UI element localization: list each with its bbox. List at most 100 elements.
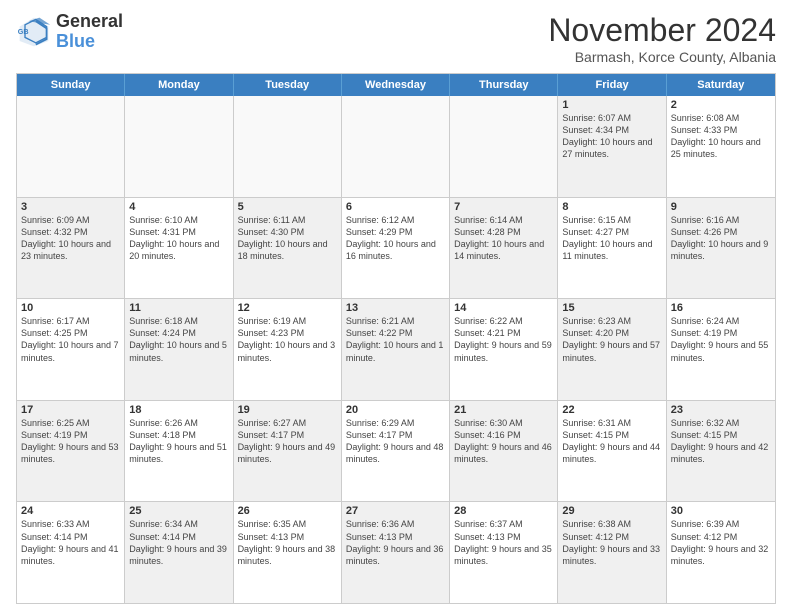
day-cell-13: 13Sunrise: 6:21 AM Sunset: 4:22 PM Dayli… [342,299,450,400]
day-info: Sunrise: 6:21 AM Sunset: 4:22 PM Dayligh… [346,315,445,364]
day-cell-23: 23Sunrise: 6:32 AM Sunset: 4:15 PM Dayli… [667,401,775,502]
day-cell-9: 9Sunrise: 6:16 AM Sunset: 4:26 PM Daylig… [667,198,775,299]
day-number: 29 [562,505,661,517]
day-cell-19: 19Sunrise: 6:27 AM Sunset: 4:17 PM Dayli… [234,401,342,502]
day-info: Sunrise: 6:26 AM Sunset: 4:18 PM Dayligh… [129,417,228,466]
day-number: 7 [454,201,553,213]
day-info: Sunrise: 6:37 AM Sunset: 4:13 PM Dayligh… [454,518,553,567]
day-number: 11 [129,302,228,314]
empty-cell [125,96,233,197]
day-info: Sunrise: 6:25 AM Sunset: 4:19 PM Dayligh… [21,417,120,466]
day-cell-2: 2Sunrise: 6:08 AM Sunset: 4:33 PM Daylig… [667,96,775,197]
day-number: 3 [21,201,120,213]
day-number: 6 [346,201,445,213]
day-header-friday: Friday [558,74,666,96]
day-cell-20: 20Sunrise: 6:29 AM Sunset: 4:17 PM Dayli… [342,401,450,502]
day-number: 20 [346,404,445,416]
day-number: 22 [562,404,661,416]
day-number: 15 [562,302,661,314]
day-cell-3: 3Sunrise: 6:09 AM Sunset: 4:32 PM Daylig… [17,198,125,299]
day-info: Sunrise: 6:18 AM Sunset: 4:24 PM Dayligh… [129,315,228,364]
day-info: Sunrise: 6:14 AM Sunset: 4:28 PM Dayligh… [454,214,553,263]
day-number: 12 [238,302,337,314]
logo: GB General Blue [16,12,123,52]
day-cell-16: 16Sunrise: 6:24 AM Sunset: 4:19 PM Dayli… [667,299,775,400]
calendar: SundayMondayTuesdayWednesdayThursdayFrid… [16,73,776,604]
day-info: Sunrise: 6:24 AM Sunset: 4:19 PM Dayligh… [671,315,771,364]
day-info: Sunrise: 6:31 AM Sunset: 4:15 PM Dayligh… [562,417,661,466]
empty-cell [450,96,558,197]
header: GB General Blue November 2024 Barmash, K… [16,12,776,65]
day-cell-8: 8Sunrise: 6:15 AM Sunset: 4:27 PM Daylig… [558,198,666,299]
day-cell-24: 24Sunrise: 6:33 AM Sunset: 4:14 PM Dayli… [17,502,125,603]
day-info: Sunrise: 6:12 AM Sunset: 4:29 PM Dayligh… [346,214,445,263]
day-cell-7: 7Sunrise: 6:14 AM Sunset: 4:28 PM Daylig… [450,198,558,299]
day-header-saturday: Saturday [667,74,775,96]
day-number: 28 [454,505,553,517]
day-number: 23 [671,404,771,416]
day-info: Sunrise: 6:33 AM Sunset: 4:14 PM Dayligh… [21,518,120,567]
logo-text: General Blue [56,12,123,52]
day-number: 26 [238,505,337,517]
day-info: Sunrise: 6:09 AM Sunset: 4:32 PM Dayligh… [21,214,120,263]
day-number: 5 [238,201,337,213]
day-info: Sunrise: 6:22 AM Sunset: 4:21 PM Dayligh… [454,315,553,364]
week-row-3: 17Sunrise: 6:25 AM Sunset: 4:19 PM Dayli… [17,401,775,503]
page: GB General Blue November 2024 Barmash, K… [0,0,792,612]
calendar-header: SundayMondayTuesdayWednesdayThursdayFrid… [17,74,775,96]
day-info: Sunrise: 6:32 AM Sunset: 4:15 PM Dayligh… [671,417,771,466]
week-row-4: 24Sunrise: 6:33 AM Sunset: 4:14 PM Dayli… [17,502,775,603]
day-cell-28: 28Sunrise: 6:37 AM Sunset: 4:13 PM Dayli… [450,502,558,603]
day-number: 10 [21,302,120,314]
day-cell-1: 1Sunrise: 6:07 AM Sunset: 4:34 PM Daylig… [558,96,666,197]
day-cell-12: 12Sunrise: 6:19 AM Sunset: 4:23 PM Dayli… [234,299,342,400]
day-cell-18: 18Sunrise: 6:26 AM Sunset: 4:18 PM Dayli… [125,401,233,502]
day-cell-17: 17Sunrise: 6:25 AM Sunset: 4:19 PM Dayli… [17,401,125,502]
day-number: 21 [454,404,553,416]
week-row-2: 10Sunrise: 6:17 AM Sunset: 4:25 PM Dayli… [17,299,775,401]
day-info: Sunrise: 6:34 AM Sunset: 4:14 PM Dayligh… [129,518,228,567]
title-block: November 2024 Barmash, Korce County, Alb… [548,12,776,65]
day-number: 24 [21,505,120,517]
logo-icon: GB [16,14,52,50]
day-header-wednesday: Wednesday [342,74,450,96]
day-number: 2 [671,99,771,111]
day-number: 30 [671,505,771,517]
week-row-1: 3Sunrise: 6:09 AM Sunset: 4:32 PM Daylig… [17,198,775,300]
day-info: Sunrise: 6:38 AM Sunset: 4:12 PM Dayligh… [562,518,661,567]
logo-blue: Blue [56,31,95,51]
day-cell-10: 10Sunrise: 6:17 AM Sunset: 4:25 PM Dayli… [17,299,125,400]
day-number: 13 [346,302,445,314]
day-number: 16 [671,302,771,314]
day-info: Sunrise: 6:16 AM Sunset: 4:26 PM Dayligh… [671,214,771,263]
day-number: 1 [562,99,661,111]
day-cell-29: 29Sunrise: 6:38 AM Sunset: 4:12 PM Dayli… [558,502,666,603]
day-info: Sunrise: 6:11 AM Sunset: 4:30 PM Dayligh… [238,214,337,263]
day-number: 19 [238,404,337,416]
day-cell-6: 6Sunrise: 6:12 AM Sunset: 4:29 PM Daylig… [342,198,450,299]
day-number: 17 [21,404,120,416]
day-number: 14 [454,302,553,314]
week-row-0: 1Sunrise: 6:07 AM Sunset: 4:34 PM Daylig… [17,96,775,198]
day-info: Sunrise: 6:29 AM Sunset: 4:17 PM Dayligh… [346,417,445,466]
day-cell-4: 4Sunrise: 6:10 AM Sunset: 4:31 PM Daylig… [125,198,233,299]
calendar-body: 1Sunrise: 6:07 AM Sunset: 4:34 PM Daylig… [17,96,775,603]
day-info: Sunrise: 6:07 AM Sunset: 4:34 PM Dayligh… [562,112,661,161]
day-header-monday: Monday [125,74,233,96]
month-title: November 2024 [548,12,776,49]
day-number: 27 [346,505,445,517]
empty-cell [234,96,342,197]
day-header-sunday: Sunday [17,74,125,96]
day-cell-22: 22Sunrise: 6:31 AM Sunset: 4:15 PM Dayli… [558,401,666,502]
day-header-thursday: Thursday [450,74,558,96]
day-cell-30: 30Sunrise: 6:39 AM Sunset: 4:12 PM Dayli… [667,502,775,603]
day-info: Sunrise: 6:17 AM Sunset: 4:25 PM Dayligh… [21,315,120,364]
subtitle: Barmash, Korce County, Albania [548,49,776,65]
day-info: Sunrise: 6:15 AM Sunset: 4:27 PM Dayligh… [562,214,661,263]
logo-general: General [56,11,123,31]
day-number: 18 [129,404,228,416]
day-cell-25: 25Sunrise: 6:34 AM Sunset: 4:14 PM Dayli… [125,502,233,603]
day-info: Sunrise: 6:30 AM Sunset: 4:16 PM Dayligh… [454,417,553,466]
day-header-tuesday: Tuesday [234,74,342,96]
day-cell-27: 27Sunrise: 6:36 AM Sunset: 4:13 PM Dayli… [342,502,450,603]
